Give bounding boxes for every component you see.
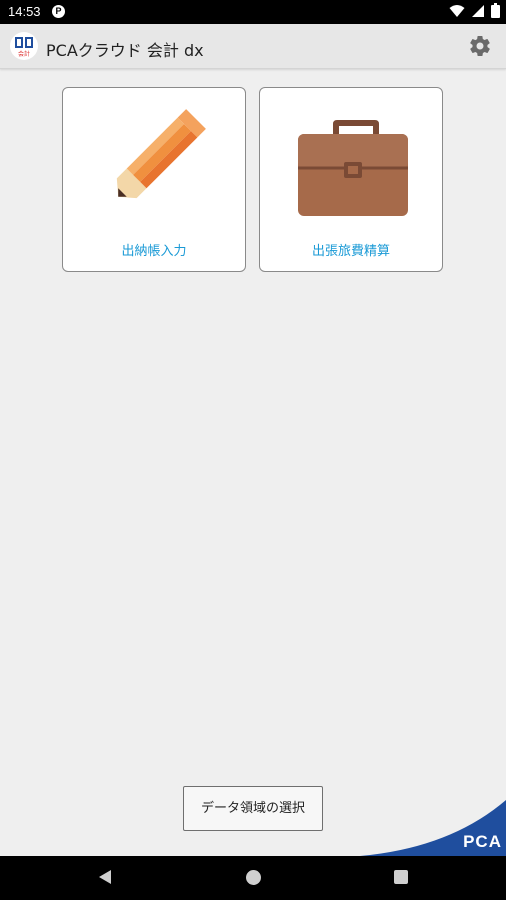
status-time: 14:53: [8, 4, 41, 19]
pencil-icon: [116, 109, 206, 199]
recents-icon[interactable]: [394, 870, 408, 884]
card-label: 出張旅費精算: [311, 244, 390, 259]
card-cashbook-entry[interactable]: 出納帳入力: [62, 87, 246, 272]
signal-icon: [472, 4, 484, 17]
status-bar: 14:53 P: [0, 0, 506, 24]
app-bar: 会計 PCAクラウド 会計 dx: [0, 24, 506, 69]
card-travel-expense[interactable]: 出張旅費精算: [259, 87, 443, 272]
system-nav-bar: [0, 856, 506, 900]
select-data-area-button[interactable]: データ領域の選択: [183, 786, 323, 831]
notification-p-icon: P: [52, 5, 65, 18]
wifi-icon: [449, 4, 465, 17]
home-icon[interactable]: [246, 870, 261, 885]
gear-icon[interactable]: [468, 34, 492, 58]
briefcase-icon: [298, 120, 408, 216]
svg-text:会計: 会計: [18, 50, 30, 58]
app-title: PCAクラウド 会計 dx: [46, 41, 204, 60]
status-icons: [449, 3, 500, 18]
app-logo: 会計: [10, 32, 38, 60]
battery-icon: [491, 3, 500, 18]
brand-text: PCA: [463, 832, 502, 851]
card-label: 出納帳入力: [121, 244, 187, 259]
back-icon[interactable]: [98, 869, 112, 885]
